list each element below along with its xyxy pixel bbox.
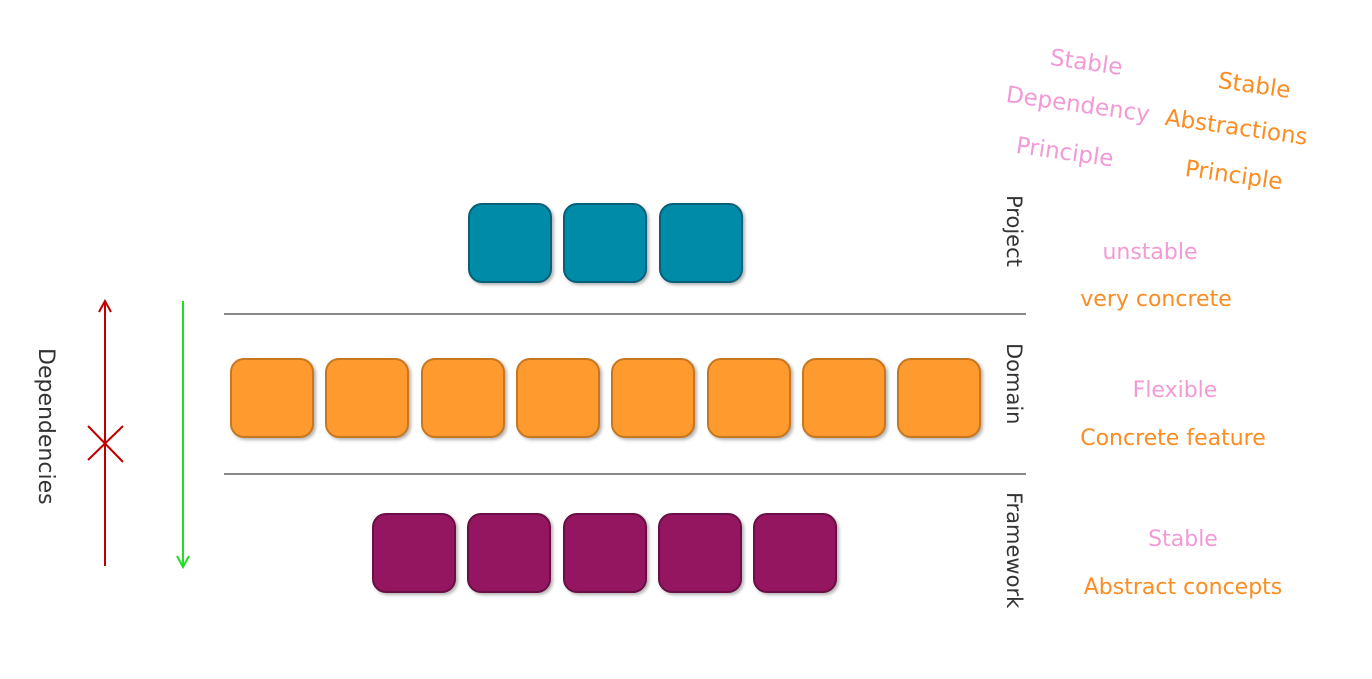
downward-dependency-arrow [176, 301, 190, 570]
framework-module-box [562, 513, 647, 593]
sdp-word-2: Dependency [1004, 82, 1152, 128]
upward-dependency-arrow [98, 298, 112, 566]
layer-label-project: Project [1002, 195, 1026, 267]
framework-module-box [657, 513, 742, 593]
domain-module-box [515, 358, 600, 438]
framework-module-box [467, 513, 552, 593]
domain-trait-2: Concrete feature [1080, 426, 1266, 451]
framework-trait-1: Stable [1148, 527, 1218, 552]
framework-trait-2: Abstract concepts [1083, 575, 1283, 600]
framework-module-box [753, 513, 838, 593]
sdp-word-1: Stable [1048, 45, 1125, 81]
project-module-box [563, 203, 648, 283]
project-module-box [658, 203, 743, 283]
domain-trait-1: Flexible [1132, 378, 1218, 403]
project-trait-1: unstable [1102, 240, 1198, 265]
divider-domain-framework [224, 473, 1026, 475]
layer-label-domain: Domain [1002, 343, 1026, 425]
sap-word-1: Stable [1216, 68, 1293, 104]
layer-label-framework: Framework [1002, 492, 1026, 609]
domain-module-box [706, 358, 791, 438]
project-trait-2: very concrete [1080, 287, 1232, 312]
sap-word-2: Abstractions [1163, 105, 1310, 151]
sdp-word-3: Principle [1014, 133, 1116, 173]
divider-project-domain [224, 313, 1026, 315]
domain-module-box [801, 358, 886, 438]
domain-module-box [325, 358, 410, 438]
project-module-box [468, 203, 552, 283]
domain-module-box [611, 358, 696, 438]
sap-word-3: Principle [1183, 156, 1285, 196]
domain-module-box [420, 358, 505, 438]
dependency-arrows [87, 298, 190, 570]
domain-module-box [897, 358, 982, 438]
framework-module-box [372, 513, 456, 593]
